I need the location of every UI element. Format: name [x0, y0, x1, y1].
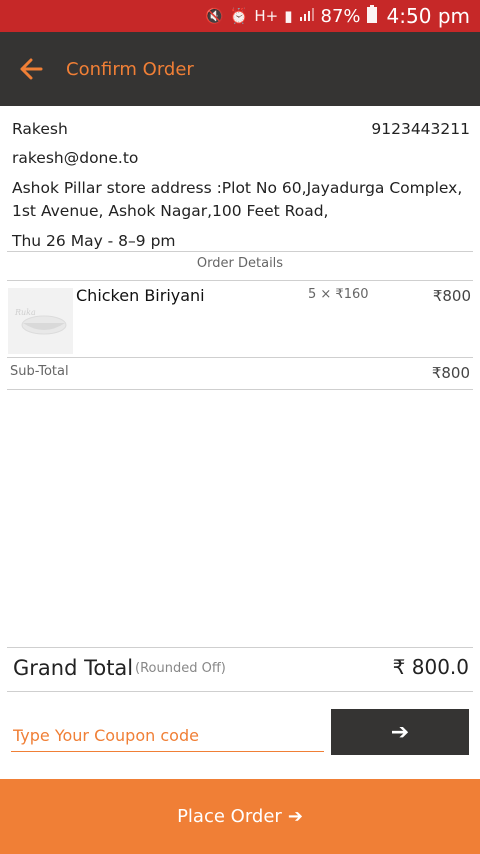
vibrate-icon: 🔇	[205, 7, 224, 25]
rounded-off-note: (Rounded Off)	[135, 661, 226, 676]
divider	[7, 357, 473, 358]
sim-icon: ▮	[284, 7, 293, 25]
status-bar: 🔇 ⏰ H+ ▮ 87% 4:50 pm	[0, 0, 480, 32]
item-quantity-price: 5 × ₹160	[308, 287, 369, 302]
divider	[7, 647, 473, 648]
item-name: Chicken Biriyani	[76, 286, 205, 305]
customer-name: Rakesh	[12, 120, 68, 138]
network-icon: H+	[254, 7, 279, 25]
alarm-icon: ⏰	[229, 7, 249, 25]
app-bar: Confirm Order	[0, 32, 480, 106]
back-arrow-icon[interactable]	[16, 54, 46, 84]
battery-icon	[366, 5, 377, 27]
grand-total-value: ₹ 800.0	[392, 655, 469, 679]
order-details-heading: Order Details	[196, 256, 284, 271]
page-title: Confirm Order	[66, 58, 194, 80]
subtotal-value: ₹800	[431, 364, 470, 382]
arrow-right-icon: ➔	[390, 719, 410, 745]
apply-coupon-button[interactable]: ➔	[331, 709, 469, 755]
grand-total-label: Grand Total	[13, 656, 134, 680]
customer-phone: 9123443211	[371, 120, 470, 138]
place-order-label: Place Order	[177, 806, 282, 827]
coupon-input[interactable]	[11, 720, 324, 752]
svg-text:Ruka: Ruka	[14, 308, 36, 317]
clock: 4:50 pm	[386, 4, 470, 28]
customer-email: rakesh@done.to	[12, 149, 139, 167]
divider	[7, 251, 473, 252]
divider	[7, 389, 473, 390]
signal-icon	[299, 7, 315, 25]
battery-percent: 87%	[320, 5, 361, 27]
divider	[7, 280, 473, 281]
divider	[7, 691, 473, 692]
delivery-address: Ashok Pillar store address :Plot No 60,J…	[12, 179, 463, 220]
item-total: ₹800	[432, 287, 471, 305]
food-image: Ruka	[8, 288, 73, 354]
arrow-right-icon: ➔	[287, 806, 303, 827]
customer-info: Rakesh 9123443211 rakesh@done.to Ashok P…	[12, 115, 470, 256]
subtotal-label: Sub-Total	[10, 364, 69, 379]
place-order-button[interactable]: Place Order ➔	[0, 779, 480, 854]
